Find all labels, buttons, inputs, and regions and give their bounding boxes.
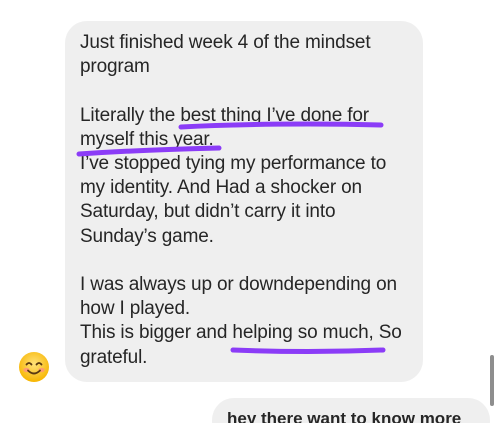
highlight-underline-best-thing (178, 121, 384, 130)
highlight-underline-helping (230, 347, 386, 354)
highlight-underline-myself (76, 145, 222, 157)
incoming-message-text: Just finished week 4 of the mindset prog… (80, 32, 402, 368)
scrollbar-thumb[interactable] (490, 355, 494, 406)
outgoing-message-text: hey there want to know more (227, 409, 462, 423)
smiling-face-emoji-icon (18, 351, 50, 383)
